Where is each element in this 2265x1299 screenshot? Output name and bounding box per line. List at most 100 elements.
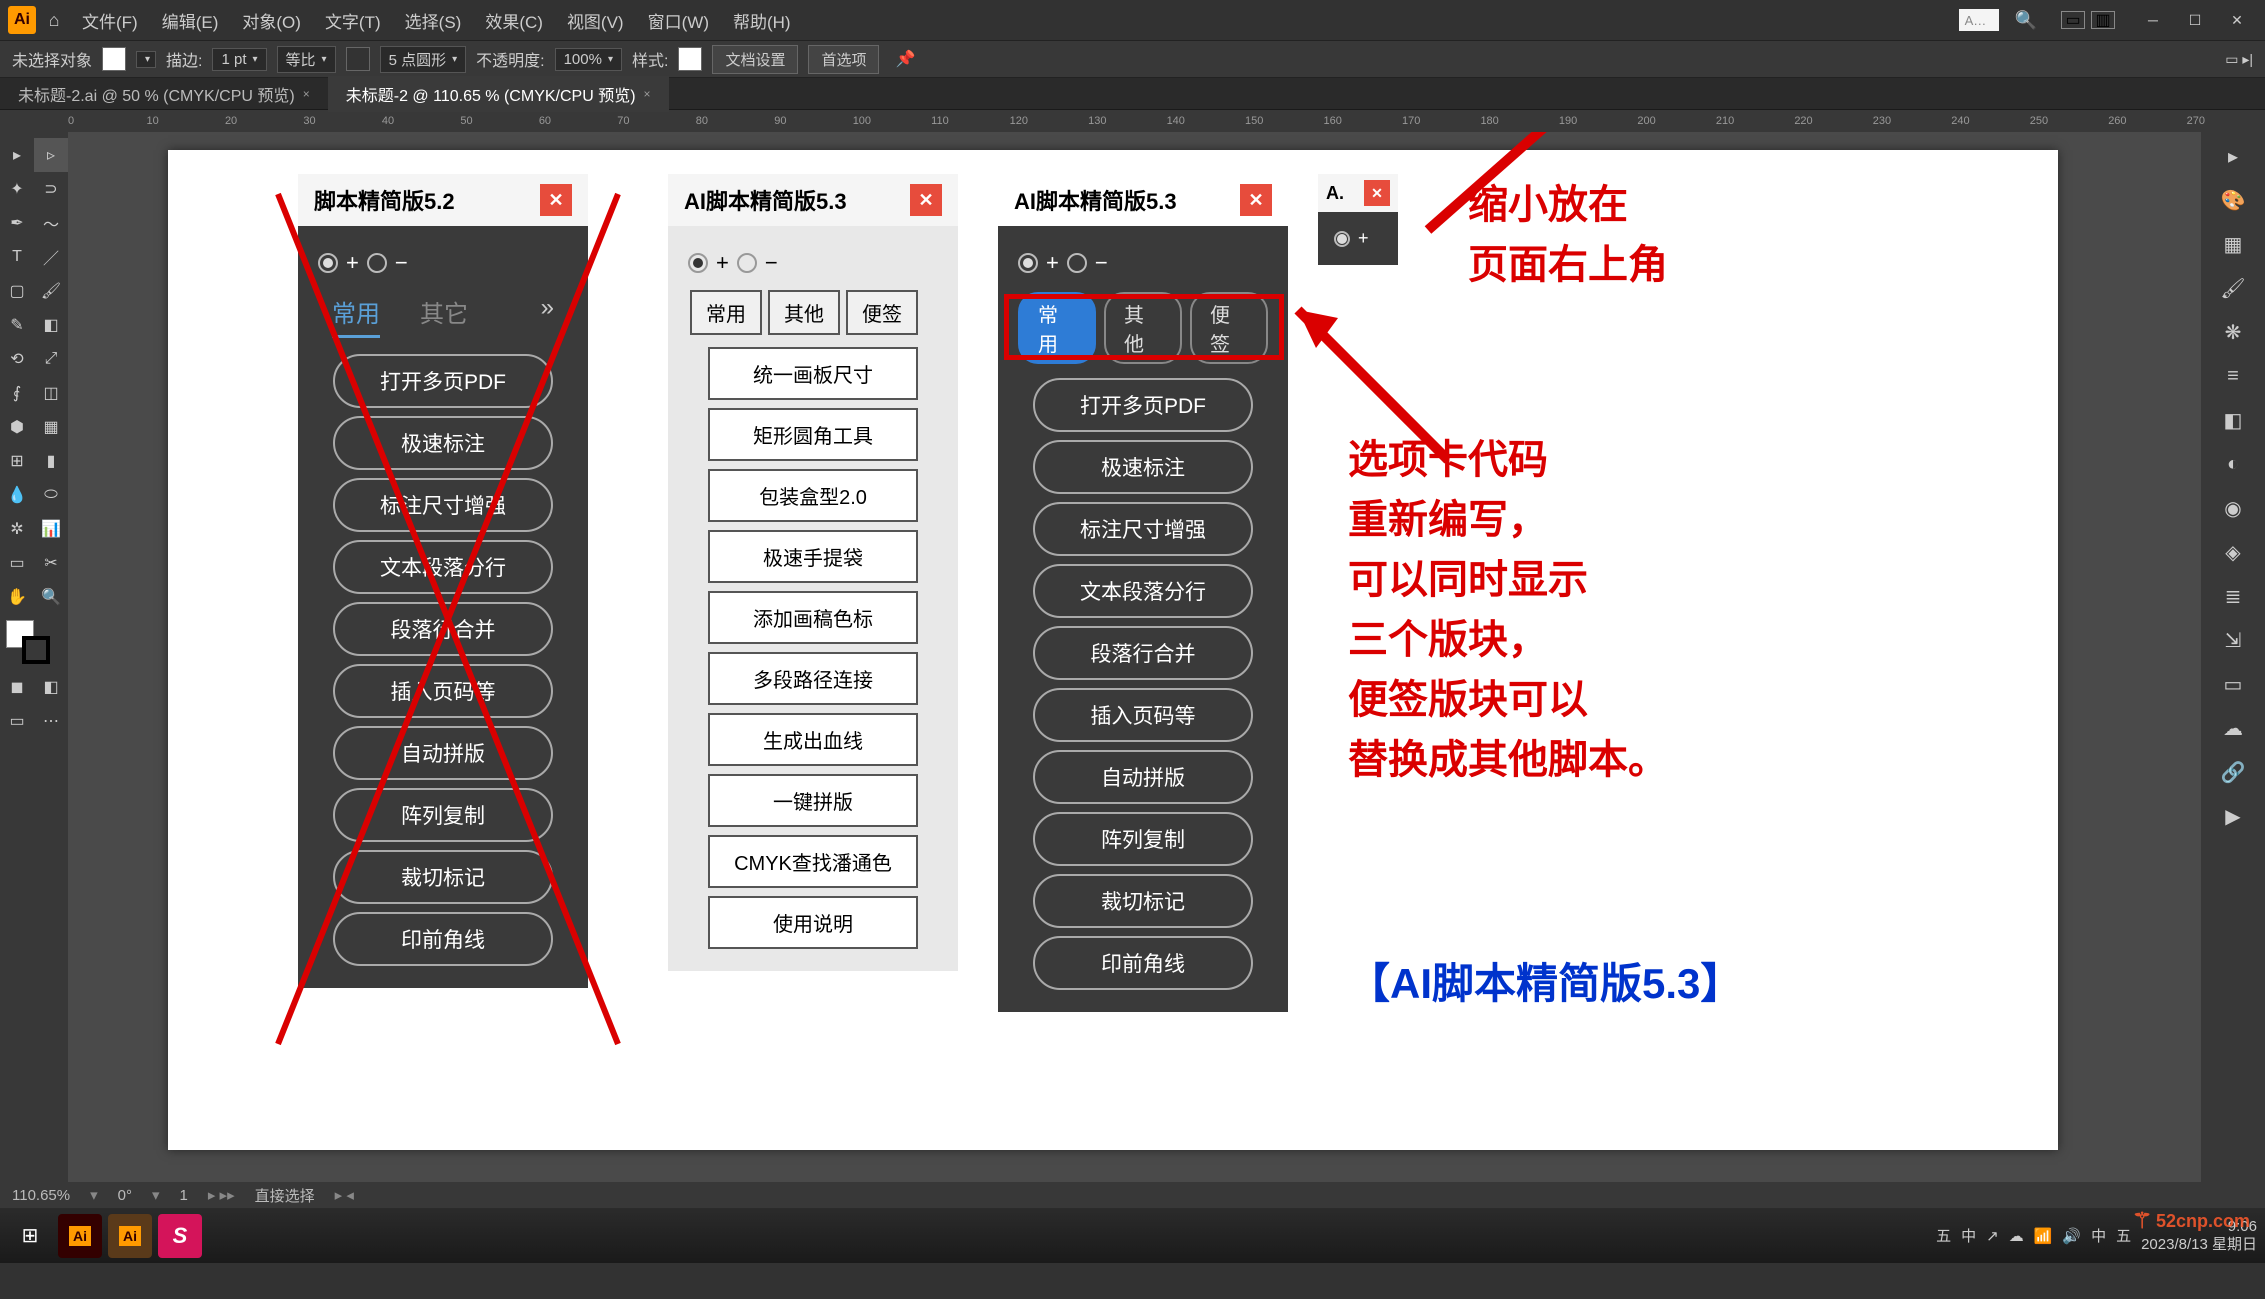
tab-other[interactable]: 其它 [420, 294, 468, 338]
btn[interactable]: 文本段落分行 [333, 540, 553, 594]
pin-icon[interactable]: 📌 [895, 49, 915, 69]
tray-icon[interactable]: ☁ [2009, 1227, 2024, 1245]
fill-swatch[interactable] [102, 47, 126, 71]
rotate-tool[interactable]: ⟲ [0, 342, 34, 376]
asset-export-icon[interactable]: ⇲ [2217, 624, 2249, 656]
style-swatch[interactable] [678, 47, 702, 71]
tray-icon[interactable]: ↗ [1986, 1227, 1999, 1245]
color-icon[interactable]: 🎨 [2217, 184, 2249, 216]
taskbar-app-ai-2[interactable]: Ai [108, 1214, 152, 1258]
tray-icon[interactable]: 📶 [2034, 1227, 2053, 1245]
btn[interactable]: 极速标注 [1033, 440, 1253, 494]
btn[interactable]: 自动拼版 [1033, 750, 1253, 804]
width-tool[interactable]: ⨐ [0, 376, 34, 410]
rectangle-tool[interactable]: ▢ [0, 274, 34, 308]
minimize-button[interactable]: ─ [2133, 5, 2173, 35]
tray-ime-icon[interactable]: 中 [2091, 1225, 2106, 1246]
properties-icon[interactable]: ▸ [2217, 140, 2249, 172]
tab-notes[interactable]: 便签 [846, 290, 918, 335]
maximize-button[interactable]: ☐ [2175, 5, 2215, 35]
menu-select[interactable]: 选择(S) [395, 4, 472, 37]
menu-view[interactable]: 视图(V) [557, 4, 634, 37]
btn[interactable]: CMYK查找潘通色 [708, 835, 918, 888]
btn[interactable]: 印前角线 [1033, 936, 1253, 990]
btn[interactable]: 使用说明 [708, 896, 918, 949]
type-tool[interactable]: T [0, 240, 34, 274]
close-icon[interactable]: ✕ [910, 184, 942, 216]
start-button[interactable]: ⊞ [8, 1214, 52, 1258]
paintbrush-tool[interactable]: 🖌 [34, 274, 68, 308]
line-tool[interactable]: ／ [34, 240, 68, 274]
menu-edit[interactable]: 编辑(E) [152, 4, 229, 37]
title-search-box[interactable]: A… [1959, 9, 1999, 31]
shaper-tool[interactable]: ✎ [0, 308, 34, 342]
lasso-tool[interactable]: ⊃ [34, 172, 68, 206]
radio-off[interactable] [367, 253, 387, 273]
radio-on[interactable] [1018, 253, 1038, 273]
pen-tool[interactable]: ✒ [0, 206, 34, 240]
workspace-icon[interactable]: ▭ [2061, 11, 2085, 29]
uniform-dropdown[interactable]: 等比 [277, 46, 336, 73]
zoom-tool[interactable]: 🔍 [34, 580, 68, 614]
btn[interactable]: 多段路径连接 [708, 652, 918, 705]
btn[interactable]: 包装盒型2.0 [708, 469, 918, 522]
gradient-tool[interactable]: ▮ [34, 444, 68, 478]
btn[interactable]: 裁切标记 [333, 850, 553, 904]
taskbar-app-ai[interactable]: Ai [58, 1214, 102, 1258]
fill-dropdown[interactable] [136, 51, 156, 68]
close-icon[interactable]: × [303, 87, 310, 101]
stroke-color[interactable] [22, 636, 50, 664]
search-icon[interactable]: 🔍 [2015, 10, 2037, 31]
prefs-button[interactable]: 首选项 [808, 45, 879, 74]
gradient-icon[interactable]: ◧ [2217, 404, 2249, 436]
layers-icon[interactable]: ≣ [2217, 580, 2249, 612]
tray-icon[interactable]: 🔊 [2062, 1227, 2081, 1245]
zoom-level[interactable]: 110.65% [12, 1187, 70, 1204]
rotation[interactable]: 0° [118, 1187, 132, 1204]
symbol-sprayer-tool[interactable]: ✲ [0, 512, 34, 546]
brushes-icon[interactable]: 🖌 [2217, 272, 2249, 304]
hand-tool[interactable]: ✋ [0, 580, 34, 614]
btn[interactable]: 生成出血线 [708, 713, 918, 766]
tab-common[interactable]: 常用 [332, 294, 380, 338]
perspective-tool[interactable]: ▦ [34, 410, 68, 444]
menu-help[interactable]: 帮助(H) [723, 4, 801, 37]
btn[interactable]: 阵列复制 [333, 788, 553, 842]
btn[interactable]: 裁切标记 [1033, 874, 1253, 928]
btn[interactable]: 打开多页PDF [333, 354, 553, 408]
color-mode[interactable]: ◼ [0, 670, 34, 704]
tray-icon[interactable]: 五 [1936, 1225, 1951, 1246]
appearance-icon[interactable]: ◉ [2217, 492, 2249, 524]
arrange-icon[interactable]: ▥ [2091, 11, 2115, 29]
btn[interactable]: 印前角线 [333, 912, 553, 966]
radio-on[interactable] [688, 253, 708, 273]
screen-mode[interactable]: ▭ [0, 704, 34, 738]
blend-tool[interactable]: ⬭ [34, 478, 68, 512]
radio-off[interactable] [1067, 253, 1087, 273]
btn[interactable]: 统一画板尺寸 [708, 347, 918, 400]
close-icon[interactable]: × [644, 87, 651, 101]
btn[interactable]: 矩形圆角工具 [708, 408, 918, 461]
home-icon[interactable]: ⌂ [40, 6, 68, 34]
eraser-tool[interactable]: ◧ [34, 308, 68, 342]
symbols-icon[interactable]: ❋ [2217, 316, 2249, 348]
btn[interactable]: 插入页码等 [333, 664, 553, 718]
slice-tool[interactable]: ✂ [34, 546, 68, 580]
btn[interactable]: 添加画稿色标 [708, 591, 918, 644]
menu-effect[interactable]: 效果(C) [475, 4, 553, 37]
btn[interactable]: 极速手提袋 [708, 530, 918, 583]
doc-tab-2[interactable]: 未标题-2 @ 110.65 % (CMYK/CPU 预览)× [328, 76, 669, 112]
doc-setup-button[interactable]: 文档设置 [712, 45, 798, 74]
direct-selection-tool[interactable]: ▹ [34, 138, 68, 172]
brush-dropdown[interactable]: 5 点圆形 [380, 46, 467, 73]
menu-object[interactable]: 对象(O) [232, 4, 311, 37]
brush-swatch[interactable] [346, 47, 370, 71]
btn[interactable]: 自动拼版 [333, 726, 553, 780]
btn[interactable]: 打开多页PDF [1033, 378, 1253, 432]
btn[interactable]: 一键拼版 [708, 774, 918, 827]
menu-file[interactable]: 文件(F) [72, 4, 148, 37]
menu-type[interactable]: 文字(T) [315, 4, 391, 37]
selection-tool[interactable]: ▸ [0, 138, 34, 172]
canvas[interactable]: 脚本精简版5.2 ✕ + − 常用 其它 » 打开多页PDF 极速标注 标注 [68, 132, 2201, 1182]
btn[interactable]: 段落行合并 [333, 602, 553, 656]
